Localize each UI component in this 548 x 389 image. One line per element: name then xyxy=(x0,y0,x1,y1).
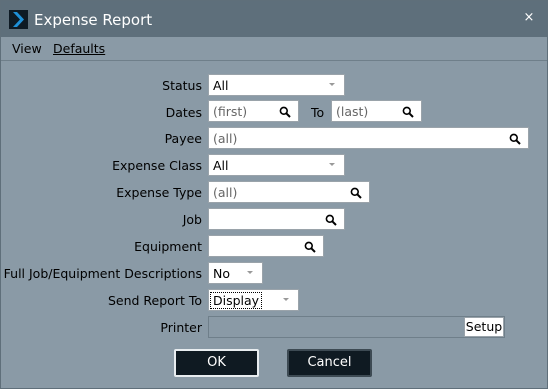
full-descriptions-select[interactable]: No xyxy=(208,262,263,284)
expense-type-input[interactable]: (all) xyxy=(208,181,370,203)
menu-defaults[interactable]: Defaults xyxy=(53,41,105,56)
dates-label: Dates xyxy=(165,105,202,120)
expense-class-select[interactable]: All xyxy=(208,154,345,176)
equipment-label: Equipment xyxy=(134,239,202,254)
window-title: Expense Report xyxy=(34,11,153,29)
status-select[interactable]: All xyxy=(208,74,345,96)
job-input[interactable] xyxy=(208,208,345,230)
payee-label: Payee xyxy=(164,131,202,146)
chevron-down-icon xyxy=(283,298,289,301)
dates-to-label: To xyxy=(311,105,325,120)
date-first-placeholder: (first) xyxy=(213,104,248,119)
chevron-down-icon xyxy=(329,83,335,86)
expense-type-label: Expense Type xyxy=(116,185,202,200)
cancel-button[interactable]: Cancel xyxy=(287,349,372,377)
title-bar: Expense Report × xyxy=(1,1,547,37)
printer-field xyxy=(208,316,505,338)
payee-input[interactable]: (all) xyxy=(208,127,529,149)
full-descriptions-value: No xyxy=(213,266,230,281)
expense-class-label: Expense Class xyxy=(112,158,202,173)
search-icon[interactable] xyxy=(350,187,362,199)
expense-type-placeholder: (all) xyxy=(213,185,238,200)
status-label: Status xyxy=(162,78,202,93)
date-last-placeholder: (last) xyxy=(336,104,369,119)
close-icon[interactable]: × xyxy=(521,10,537,26)
menu-bar: View Defaults xyxy=(1,37,547,61)
expense-class-value: All xyxy=(213,158,229,173)
job-label: Job xyxy=(182,212,202,227)
full-descriptions-label: Full Job/Equipment Descriptions xyxy=(3,266,202,281)
menu-defaults-label: Defaults xyxy=(53,41,106,56)
equipment-input[interactable] xyxy=(208,235,324,257)
chevron-down-icon xyxy=(247,271,253,274)
printer-label: Printer xyxy=(160,320,202,335)
search-icon[interactable] xyxy=(304,241,316,253)
send-report-to-label: Send Report To xyxy=(107,293,202,308)
printer-setup-button[interactable]: Setup xyxy=(464,317,504,337)
app-logo-icon xyxy=(9,10,28,29)
search-icon[interactable] xyxy=(279,106,291,118)
report-filter-form: Status All Dates (first) To (last) Payee… xyxy=(1,61,547,351)
chevron-down-icon xyxy=(329,163,335,166)
status-value: All xyxy=(213,78,229,93)
ok-button[interactable]: OK xyxy=(174,349,259,377)
search-icon[interactable] xyxy=(402,106,414,118)
payee-placeholder: (all) xyxy=(213,131,238,146)
date-last-input[interactable]: (last) xyxy=(331,100,422,122)
search-icon[interactable] xyxy=(325,214,337,226)
send-report-to-select[interactable]: Display xyxy=(208,289,299,311)
date-first-input[interactable]: (first) xyxy=(208,100,299,122)
send-report-to-value: Display xyxy=(209,292,263,309)
menu-view[interactable]: View xyxy=(12,41,42,56)
expense-report-window: Expense Report × View Defaults Status Al… xyxy=(0,0,548,389)
search-icon[interactable] xyxy=(509,133,521,145)
